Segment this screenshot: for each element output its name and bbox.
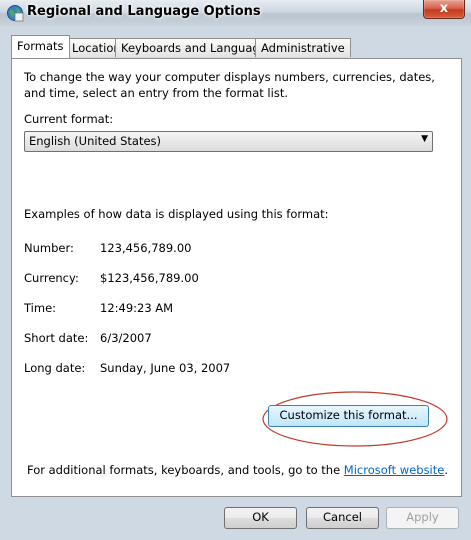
close-button[interactable]: x	[423, 0, 465, 19]
current-format-dropdown[interactable]: English (United States) ▼	[24, 131, 433, 152]
apply-button[interactable]: Apply	[386, 507, 459, 529]
intro-text: To change the way your computer displays…	[24, 70, 435, 100]
customize-format-button[interactable]: Customize this format...	[268, 405, 429, 427]
window-title: Regional and Language Options	[27, 4, 261, 19]
examples-heading: Examples of how data is displayed using …	[24, 207, 329, 221]
example-value-short-date: 6/3/2007	[100, 331, 152, 345]
example-value-long-date: Sunday, June 03, 2007	[100, 361, 231, 375]
example-label-short-date: Short date:	[24, 331, 89, 345]
tab-location-label: Location	[72, 41, 121, 55]
title-bar[interactable]: Regional and Language Options x	[0, 0, 471, 27]
example-value-currency: $123,456,789.00	[100, 271, 199, 285]
example-label-long-date: Long date:	[24, 361, 86, 375]
globe-icon	[7, 5, 24, 22]
chevron-down-icon: ▼	[421, 134, 428, 144]
tab-formats-label: Formats	[17, 39, 64, 53]
microsoft-website-link[interactable]: Microsoft website	[344, 463, 445, 477]
formats-panel: To change the way your computer displays…	[11, 58, 462, 497]
cancel-button[interactable]: Cancel	[306, 507, 379, 529]
footer-prefix: For additional formats, keyboards, and t…	[27, 463, 344, 477]
current-format-label: Current format:	[24, 112, 114, 126]
example-label-currency: Currency:	[24, 271, 79, 285]
tab-formats[interactable]: Formats	[11, 35, 70, 58]
example-label-time: Time:	[24, 301, 57, 315]
tab-administrative[interactable]: Administrative	[255, 38, 351, 57]
example-label-number: Number:	[24, 241, 74, 255]
ok-button[interactable]: OK	[224, 507, 297, 529]
example-value-time: 12:49:23 AM	[100, 301, 174, 315]
dialog-body: Formats Location Keyboards and Languages…	[0, 26, 471, 540]
footer-text: For additional formats, keyboards, and t…	[27, 463, 448, 477]
current-format-value: English (United States)	[29, 134, 162, 148]
tab-administrative-label: Administrative	[261, 41, 345, 55]
tab-keyboards-label: Keyboards and Languages	[121, 41, 273, 55]
example-value-number: 123,456,789.00	[100, 241, 192, 255]
footer-suffix: .	[444, 463, 448, 477]
close-icon: x	[439, 1, 449, 16]
